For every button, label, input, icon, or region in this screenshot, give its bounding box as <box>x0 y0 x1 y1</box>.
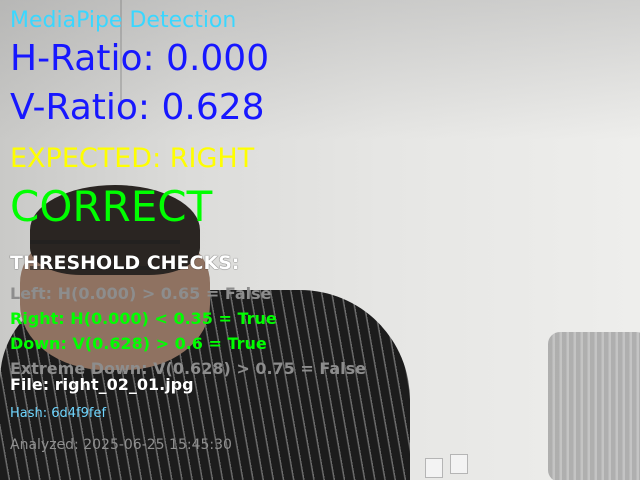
file-hash: Hash: 6d4f9fef <box>10 406 107 421</box>
wall-socket <box>425 458 443 478</box>
analyzed-timestamp: Analyzed: 2025-06-25 15:45:30 <box>10 437 232 453</box>
threshold-checks-heading: THRESHOLD CHECKS: <box>10 252 240 274</box>
office-chair <box>548 332 640 480</box>
file-name: File: right_02_01.jpg <box>10 375 194 394</box>
check-right: Right: H(0.000) < 0.35 = True <box>10 309 277 328</box>
check-down: Down: V(0.628) > 0.6 = True <box>10 334 267 353</box>
h-ratio-readout: H-Ratio: 0.000 <box>10 38 270 79</box>
check-left: Left: H(0.000) > 0.65 = False <box>10 284 272 303</box>
detection-title: MediaPipe Detection <box>10 8 237 33</box>
expected-direction: EXPECTED: RIGHT <box>10 143 255 174</box>
result-status: CORRECT <box>10 182 213 231</box>
wall-socket <box>450 454 468 474</box>
v-ratio-readout: V-Ratio: 0.628 <box>10 87 265 128</box>
camera-frame: MediaPipe Detection H-Ratio: 0.000 V-Rat… <box>0 0 640 480</box>
